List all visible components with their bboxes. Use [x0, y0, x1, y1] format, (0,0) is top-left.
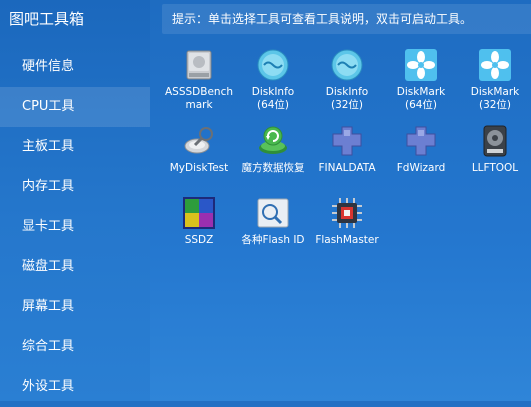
tool-label: DiskMark	[396, 86, 446, 98]
tool-label: FdWizard	[396, 162, 446, 174]
tool-mofang-recovery[interactable]: 魔方数据恢复	[236, 124, 310, 175]
sidebar-item-hardware-info[interactable]: 硬件信息	[0, 47, 150, 87]
app-window: 图吧工具箱 硬件信息 CPU工具 主板工具 内存工具 显卡工具 磁盘工具 屏幕工…	[0, 0, 531, 401]
flower-icon	[479, 49, 511, 81]
tool-finaldata[interactable]: FINALDATA	[310, 124, 384, 175]
sidebar-item-cpu-tools[interactable]: CPU工具	[0, 87, 150, 127]
tool-label: MyDiskTest	[169, 162, 229, 174]
tool-llftool[interactable]: LLFTOOL	[458, 124, 531, 175]
sidebar-item-graphics-tools[interactable]: 显卡工具	[0, 207, 150, 247]
tool-label: DiskMark	[470, 86, 520, 98]
tool-sublabel: mark	[185, 99, 213, 111]
app-title: 图吧工具箱	[9, 10, 85, 28]
tool-label: 魔方数据恢复	[241, 162, 305, 174]
tool-label: LLFTOOL	[471, 162, 519, 174]
tool-sublabel: (64位)	[404, 99, 438, 111]
flower-icon	[405, 49, 437, 81]
ssdz-icon	[183, 197, 215, 229]
sidebar-nav: 硬件信息 CPU工具 主板工具 内存工具 显卡工具 磁盘工具 屏幕工具 综合工具…	[0, 47, 150, 407]
hdd-gray-icon	[186, 50, 212, 80]
tool-diskinfo-64[interactable]: DiskInfo (64位)	[236, 48, 310, 112]
hdd-dark-icon	[483, 125, 507, 157]
disk-test-icon	[184, 127, 213, 154]
tool-ssdz[interactable]: SSDZ	[162, 196, 236, 247]
sidebar-item-general-tools[interactable]: 综合工具	[0, 327, 150, 367]
flash-id-icon	[257, 198, 289, 228]
puzzle-icon	[332, 126, 362, 156]
sidebar-item-peripheral-tools[interactable]: 外设工具	[0, 367, 150, 407]
diskinfo-icon	[331, 49, 363, 81]
tool-mydisktest[interactable]: MyDiskTest	[162, 124, 236, 175]
tool-label: FINALDATA	[318, 162, 376, 174]
sidebar-item-screen-tools[interactable]: 屏幕工具	[0, 287, 150, 327]
main-panel: 提示：单击选择工具可查看工具说明，双击可启动工具。 ASSSDBench mar…	[150, 0, 531, 401]
tool-sublabel: (32位)	[478, 99, 512, 111]
tool-assssdbenchmark[interactable]: ASSSDBench mark	[162, 48, 236, 112]
sidebar: 图吧工具箱 硬件信息 CPU工具 主板工具 内存工具 显卡工具 磁盘工具 屏幕工…	[0, 0, 150, 401]
sidebar-item-motherboard-tools[interactable]: 主板工具	[0, 127, 150, 167]
tool-flash-id[interactable]: 各种Flash ID	[236, 196, 310, 247]
tool-label: DiskInfo	[325, 86, 369, 98]
tool-diskmark-64[interactable]: DiskMark (64位)	[384, 48, 458, 112]
tool-flashmaster[interactable]: FlashMaster	[310, 196, 384, 247]
tool-diskinfo-32[interactable]: DiskInfo (32位)	[310, 48, 384, 112]
tool-label: SSDZ	[184, 234, 214, 246]
tool-fdwizard[interactable]: FdWizard	[384, 124, 458, 175]
recovery-icon	[259, 126, 287, 154]
sidebar-item-disk-tools[interactable]: 磁盘工具	[0, 247, 150, 287]
chip-icon	[332, 198, 362, 228]
tool-sublabel: (64位)	[256, 99, 290, 111]
puzzle-icon	[406, 126, 436, 156]
tool-label: DiskInfo	[251, 86, 295, 98]
hint-bar: 提示：单击选择工具可查看工具说明，双击可启动工具。	[162, 4, 531, 34]
sidebar-item-memory-tools[interactable]: 内存工具	[0, 167, 150, 207]
tool-label: FlashMaster	[315, 234, 379, 246]
tool-label: 各种Flash ID	[241, 234, 305, 246]
tool-sublabel: (32位)	[330, 99, 364, 111]
tool-diskmark-32[interactable]: DiskMark (32位)	[458, 48, 531, 112]
tool-label: ASSSDBench	[164, 86, 233, 98]
diskinfo-icon	[257, 49, 289, 81]
